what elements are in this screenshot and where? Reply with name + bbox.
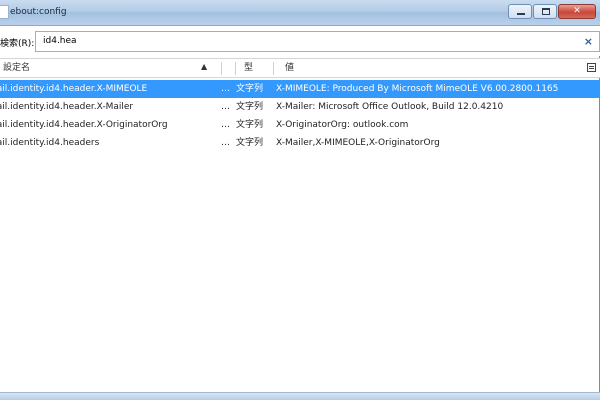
column-divider[interactable] bbox=[235, 62, 236, 75]
minimize-icon bbox=[517, 13, 525, 15]
pref-status: … bbox=[221, 84, 230, 94]
table-row[interactable]: mail.identity.id4.header.X-Mailer … 文字列 … bbox=[0, 98, 600, 116]
pref-status: … bbox=[221, 138, 230, 148]
pref-value: X-Mailer,X-MIMEOLE,X-OriginatorOrg bbox=[276, 138, 440, 148]
close-icon: ✕ bbox=[573, 6, 581, 16]
caption-buttons: ✕ bbox=[508, 4, 596, 20]
table-row[interactable]: mail.identity.id4.header.X-MIMEOLE … 文字列… bbox=[0, 80, 600, 98]
pref-type: 文字列 bbox=[236, 102, 264, 112]
pref-name: mail.identity.id4.header.X-OriginatorOrg bbox=[0, 120, 168, 130]
pref-status: … bbox=[221, 102, 230, 112]
search-input-value: id4.hea bbox=[43, 36, 77, 46]
search-label: 検索(R): bbox=[0, 39, 35, 49]
about-config-window: ebout:config ✕ 検索(R): id4.hea × 設定名 ▲ 型 … bbox=[0, 0, 600, 400]
pref-value: X-Mailer: Microsoft Office Outlook, Buil… bbox=[276, 102, 504, 112]
column-divider[interactable] bbox=[273, 62, 274, 75]
pref-type: 文字列 bbox=[236, 138, 264, 148]
maximize-icon bbox=[542, 8, 550, 15]
window-title: ebout:config bbox=[10, 7, 67, 17]
close-button[interactable]: ✕ bbox=[558, 4, 596, 19]
search-row: 検索(R): id4.hea × bbox=[0, 26, 600, 56]
column-divider[interactable] bbox=[221, 62, 222, 75]
column-header-name[interactable]: 設定名 bbox=[3, 59, 30, 78]
pref-name: mail.identity.id4.header.X-MIMEOLE bbox=[0, 84, 148, 94]
search-input[interactable]: id4.hea × bbox=[35, 31, 600, 52]
pref-value: X-OriginatorOrg: outlook.com bbox=[276, 120, 409, 130]
column-picker-icon[interactable] bbox=[587, 63, 596, 72]
pref-name: mail.identity.id4.headers bbox=[0, 138, 100, 148]
minimize-button[interactable] bbox=[508, 4, 532, 19]
pref-type: 文字列 bbox=[236, 120, 264, 130]
title-bar[interactable]: ebout:config ✕ bbox=[0, 0, 600, 26]
pref-name: mail.identity.id4.header.X-Mailer bbox=[0, 102, 134, 112]
sort-ascending-icon: ▲ bbox=[201, 62, 208, 71]
column-header: 設定名 ▲ 型 値 bbox=[0, 58, 600, 78]
column-header-type[interactable]: 型 bbox=[244, 59, 253, 78]
app-icon bbox=[0, 5, 9, 19]
preferences-list: mail.identity.id4.header.X-MIMEOLE … 文字列… bbox=[0, 80, 600, 152]
maximize-button[interactable] bbox=[533, 4, 557, 19]
window-bottom-border bbox=[0, 392, 600, 400]
table-row[interactable]: mail.identity.id4.header.X-OriginatorOrg… bbox=[0, 116, 600, 134]
table-row[interactable]: mail.identity.id4.headers … 文字列 X-Mailer… bbox=[0, 134, 600, 152]
column-header-value[interactable]: 値 bbox=[285, 59, 294, 78]
pref-status: … bbox=[221, 120, 230, 130]
pref-type: 文字列 bbox=[236, 84, 264, 94]
clear-search-icon[interactable]: × bbox=[584, 35, 593, 48]
pref-value: X-MIMEOLE: Produced By Microsoft MimeOLE… bbox=[276, 84, 559, 94]
